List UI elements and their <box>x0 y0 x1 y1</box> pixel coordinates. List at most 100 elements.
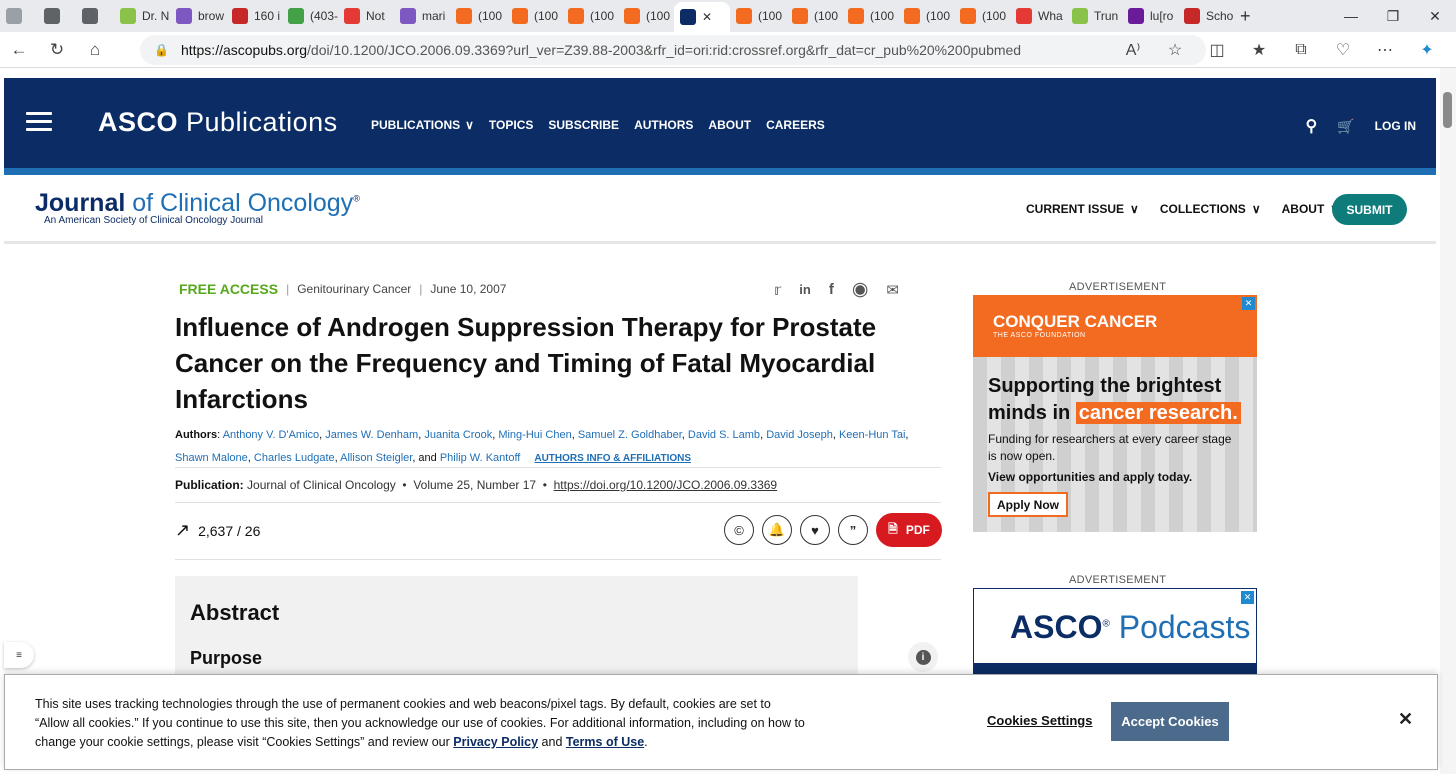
author-link[interactable]: Samuel Z. Goldhaber <box>578 429 682 441</box>
cookies-settings-button[interactable]: Cookies Settings <box>987 713 1092 728</box>
ad-cta-text: View opportunities and apply today. <box>988 470 1193 484</box>
browser-tab[interactable]: (100 <box>506 0 562 32</box>
back-icon[interactable]: ← <box>0 34 38 66</box>
jco-logo[interactable]: Journal of Clinical Oncology® <box>35 189 360 218</box>
close-tab-icon[interactable]: ✕ <box>702 10 712 24</box>
browser-tab[interactable]: lu[ro <box>1122 0 1178 32</box>
add-favorite-icon[interactable]: ♥ <box>800 515 830 545</box>
browser-tab[interactable]: 160 i <box>226 0 282 32</box>
browser-tab[interactable]: Dr. N <box>114 0 170 32</box>
asco-podcasts-ad[interactable]: ✕ ASCO® Podcasts <box>973 588 1257 678</box>
favorite-star-icon[interactable]: ☆ <box>1156 40 1194 60</box>
browser-essentials-icon[interactable]: ♡ <box>1324 40 1362 60</box>
ad-close-icon[interactable]: ✕ <box>1241 591 1254 604</box>
browser-tab[interactable]: (100 <box>842 0 898 32</box>
site-nav-item[interactable]: SUBSCRIBE <box>548 118 619 132</box>
privacy-policy-link[interactable]: Privacy Policy <box>453 735 538 749</box>
author-link[interactable]: Juanita Crook <box>424 429 492 441</box>
home-icon[interactable]: ⌂ <box>76 34 114 66</box>
browser-tab[interactable]: (100 <box>450 0 506 32</box>
site-nav-item[interactable]: PUBLICATIONS ∨ <box>371 118 474 132</box>
author-link[interactable]: Ming-Hui Chen <box>498 429 571 441</box>
site-nav-item[interactable]: ABOUT <box>708 118 751 132</box>
submit-button[interactable]: SUBMIT <box>1332 194 1407 225</box>
browser-tab[interactable]: (100 <box>786 0 842 32</box>
journal-nav-item[interactable]: COLLECTIONS ∨ <box>1160 202 1261 216</box>
read-aloud-icon[interactable]: A⁾ <box>1114 40 1152 60</box>
close-icon[interactable]: ✕ <box>1398 709 1413 730</box>
alert-bell-icon[interactable]: 🔔 <box>762 515 792 545</box>
divider <box>175 559 941 560</box>
author-link[interactable]: James W. Denham <box>325 429 418 441</box>
refresh-icon[interactable]: ↻ <box>38 34 76 66</box>
author-link[interactable]: Keen-Hun Tai <box>839 429 905 441</box>
journal-nav-item[interactable]: ABOUT∨ <box>1282 202 1339 216</box>
window-close-icon[interactable]: ✕ <box>1414 0 1456 32</box>
facebook-icon[interactable]: f <box>829 281 834 298</box>
outline-toggle-icon[interactable]: ≡ <box>4 642 34 668</box>
browser-tab[interactable]: (403- <box>282 0 338 32</box>
cite-quote-icon[interactable]: ” <box>838 515 868 545</box>
asco-publications-logo[interactable]: ASCO Publications <box>98 107 338 138</box>
linkedin-icon[interactable]: in <box>799 282 811 297</box>
doi-link[interactable]: https://doi.org/10.1200/JCO.2006.09.3369 <box>554 478 778 492</box>
journal-nav-item[interactable]: CURRENT ISSUE ∨ <box>1026 202 1139 216</box>
twitter-icon[interactable]: 𝕣 <box>774 281 781 299</box>
browser-tab[interactable] <box>38 0 76 32</box>
browser-tab[interactable]: Trun <box>1066 0 1122 32</box>
favorites-icon[interactable]: ★ <box>1240 40 1278 60</box>
login-link[interactable]: LOG IN <box>1375 119 1416 133</box>
browser-tab[interactable]: (100 <box>562 0 618 32</box>
cart-icon[interactable]: 🛒 <box>1337 118 1354 135</box>
copilot-icon[interactable]: ✦ <box>1408 40 1446 60</box>
scrollbar-thumb[interactable] <box>1443 92 1452 128</box>
menu-icon[interactable] <box>26 112 52 132</box>
new-tab-icon[interactable]: + <box>1234 0 1268 32</box>
article-section[interactable]: Genitourinary Cancer <box>297 282 411 296</box>
author-link[interactable]: David S. Lamb <box>688 429 760 441</box>
address-bar[interactable]: 🔒 https://ascopubs.org/doi/10.1200/JCO.2… <box>140 35 1206 65</box>
terms-of-use-link[interactable]: Terms of Use <box>566 735 644 749</box>
email-icon[interactable]: ✉ <box>886 281 899 299</box>
volume-info[interactable]: Volume 25, Number 17 <box>413 478 536 492</box>
browser-tab[interactable]: (100 <box>618 0 674 32</box>
collections-icon[interactable]: ⧉ <box>1282 41 1320 59</box>
search-icon[interactable]: ⚲ <box>1306 116 1318 136</box>
site-nav-item[interactable]: TOPICS <box>489 118 533 132</box>
ad-close-icon[interactable]: ✕ <box>1242 297 1255 310</box>
browser-tab[interactable] <box>76 0 114 32</box>
browser-tab[interactable]: mari <box>394 0 450 32</box>
article-metrics[interactable]: ↗ 2,637 / 26 <box>175 520 260 541</box>
author-link[interactable]: Shawn Malone <box>175 452 248 464</box>
more-menu-icon[interactable]: ⋯ <box>1366 40 1404 60</box>
author-link[interactable]: Charles Ludgate <box>254 452 335 464</box>
author-link[interactable]: Philip W. Kantoff <box>440 452 521 464</box>
author-link[interactable]: Allison Steigler <box>340 452 412 464</box>
authors-info-link[interactable]: AUTHORS INFO & AFFILIATIONS <box>534 453 691 464</box>
accept-cookies-button[interactable]: Accept Cookies <box>1111 702 1229 741</box>
browser-tab[interactable]: (100 <box>954 0 1010 32</box>
journal-name[interactable]: Journal of Clinical Oncology <box>247 478 396 492</box>
browser-tab[interactable]: Not <box>338 0 394 32</box>
copyright-icon[interactable]: © <box>724 515 754 545</box>
apply-now-button[interactable]: Apply Now <box>988 492 1068 517</box>
author-link[interactable]: David Joseph <box>766 429 833 441</box>
browser-tab[interactable] <box>0 0 38 32</box>
browser-tab[interactable]: ✕ <box>674 2 730 32</box>
browser-tab[interactable]: (100 <box>730 0 786 32</box>
browser-tab[interactable]: brow <box>170 0 226 32</box>
restore-icon[interactable]: ❐ <box>1372 0 1414 32</box>
site-nav-item[interactable]: CAREERS <box>766 118 825 132</box>
minimize-icon[interactable]: — <box>1330 0 1372 32</box>
info-button[interactable]: i <box>908 642 938 672</box>
site-nav-item[interactable]: AUTHORS <box>634 118 693 132</box>
split-screen-icon[interactable]: ◫ <box>1198 40 1236 60</box>
browser-tab[interactable]: (100 <box>898 0 954 32</box>
browser-tab[interactable]: Scho <box>1178 0 1234 32</box>
browser-tab[interactable]: Wha <box>1010 0 1066 32</box>
wechat-icon[interactable]: ◉ <box>852 278 869 301</box>
author-link[interactable]: Anthony V. D'Amico <box>223 429 319 441</box>
conquer-cancer-ad[interactable]: CONQUER CANCER THE ASCO FOUNDATION ✕ Sup… <box>973 295 1257 532</box>
page-scrollbar[interactable] <box>1440 68 1456 774</box>
pdf-button[interactable]: 🗎 PDF <box>876 513 942 547</box>
